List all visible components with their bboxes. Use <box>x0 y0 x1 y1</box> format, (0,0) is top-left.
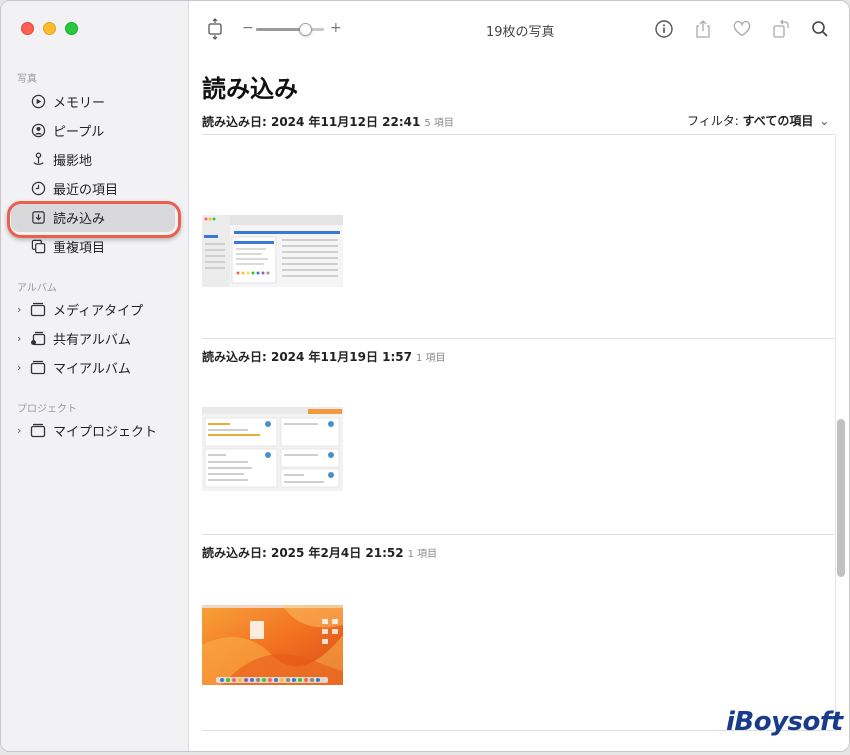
duplicates-icon <box>30 238 46 254</box>
watermark-logo: iBoysoft <box>726 707 843 737</box>
project-folder-icon <box>30 422 46 438</box>
import-group-header: 読み込み日: 2024 年11月19日 1:57 1 項目 <box>202 348 446 365</box>
page-title: 読み込み <box>202 75 298 103</box>
import-date: 読み込み日: 2024 年11月12日 22:41 <box>202 115 421 129</box>
filter-value: すべての項目 <box>742 114 814 128</box>
sidebar-item-label: ピープル <box>53 124 105 140</box>
sidebar-item-label: マイアルバム <box>53 361 131 377</box>
zoom-slider-fill <box>256 28 305 31</box>
photo-count-title: 19枚の写真 <box>486 25 555 40</box>
memories-icon <box>30 93 46 109</box>
sidebar-item-label: メディアタイプ <box>53 303 144 319</box>
import-count: 1 項目 <box>407 549 438 560</box>
close-button[interactable] <box>21 22 34 35</box>
sidebar-item-my-projects[interactable]: › マイプロジェクト <box>1 417 189 443</box>
sidebar-item-label: 撮影地 <box>53 153 93 169</box>
sidebar-item-places[interactable]: 撮影地 <box>1 146 189 172</box>
sidebar-item-media-types[interactable]: › メディアタイプ <box>1 296 189 322</box>
sidebar-item-label: マイプロジェクト <box>53 424 158 440</box>
chevron-right-icon[interactable]: › <box>17 361 21 374</box>
sidebar-item-label: 重複項目 <box>53 240 106 256</box>
chevron-right-icon[interactable]: › <box>17 424 21 437</box>
sidebar-item-recents[interactable]: 最近の項目 <box>1 175 189 201</box>
import-count: 1 項目 <box>415 353 446 364</box>
import-count: 5 項目 <box>424 118 454 129</box>
filter-label: フィルタ: <box>687 114 739 128</box>
import-group-header: 読み込み日: 2025 年2月4日 21:52 1 項目 <box>202 544 437 561</box>
places-icon <box>30 151 46 167</box>
import-date: 読み込み日: 2025 年2月4日 21:52 <box>202 546 404 560</box>
people-icon <box>30 122 46 138</box>
window-controls <box>21 22 78 35</box>
rotate-icon[interactable] <box>770 18 792 40</box>
section-header-projects: プロジェクト <box>17 404 77 415</box>
divider <box>202 134 834 135</box>
photo-thumbnail[interactable] <box>202 407 343 491</box>
album-folder-icon <box>30 359 46 375</box>
zoom-slider[interactable] <box>256 23 324 36</box>
favorite-heart-icon[interactable] <box>731 18 753 40</box>
album-folder-icon <box>30 301 46 317</box>
filter-dropdown[interactable]: フィルタ: すべての項目 ⌄ <box>687 112 829 129</box>
sidebar-item-memories[interactable]: メモリー <box>1 88 189 114</box>
sidebar: 写真 メモリー ピープル 撮影地 最近の項目 読み込み 重複項目 アルバム › … <box>1 1 189 751</box>
chevron-down-icon: ⌄ <box>819 114 830 128</box>
recents-icon <box>30 180 46 196</box>
sidebar-item-label: 最近の項目 <box>53 182 119 198</box>
share-icon[interactable] <box>692 18 714 40</box>
sidebar-item-my-albums[interactable]: › マイアルバム <box>1 354 189 380</box>
chevron-right-icon[interactable]: › <box>17 332 21 345</box>
highlight-ring <box>7 201 181 238</box>
main-content: − + 19枚の写真 読み込み 読み込み日: 2024 年11月12日 22:4… <box>190 1 849 751</box>
import-group-header: 読み込み日: 2024 年11月12日 22:41 5 項目 <box>202 113 454 130</box>
minimize-button[interactable] <box>43 22 56 35</box>
sidebar-item-label: メモリー <box>53 95 106 111</box>
sidebar-item-people[interactable]: ピープル <box>1 117 189 143</box>
chevron-right-icon[interactable]: › <box>17 303 21 316</box>
divider <box>202 338 834 339</box>
search-icon[interactable] <box>809 18 831 40</box>
info-icon[interactable] <box>653 18 675 40</box>
aspect-toggle-icon[interactable] <box>204 18 226 40</box>
zoom-in-label[interactable]: + <box>330 20 342 36</box>
scrollbar-thumb[interactable] <box>837 419 845 577</box>
zoom-button[interactable] <box>65 22 78 35</box>
zoom-out-label[interactable]: − <box>242 20 254 36</box>
photos-window: 写真 メモリー ピープル 撮影地 最近の項目 読み込み 重複項目 アルバム › … <box>0 0 850 752</box>
section-header-albums: アルバム <box>17 283 57 294</box>
scrollbar-track[interactable] <box>835 134 836 732</box>
sidebar-item-label: 共有アルバム <box>53 332 131 348</box>
sidebar-item-shared-albums[interactable]: › 共有アルバム <box>1 325 189 351</box>
photo-thumbnail[interactable] <box>202 605 343 685</box>
zoom-slider-knob[interactable] <box>298 23 312 36</box>
photo-thumbnail[interactable] <box>202 215 343 287</box>
divider <box>202 534 834 535</box>
section-header-photos: 写真 <box>17 74 37 85</box>
import-date: 読み込み日: 2024 年11月19日 1:57 <box>202 350 412 364</box>
shared-album-icon <box>30 330 46 346</box>
